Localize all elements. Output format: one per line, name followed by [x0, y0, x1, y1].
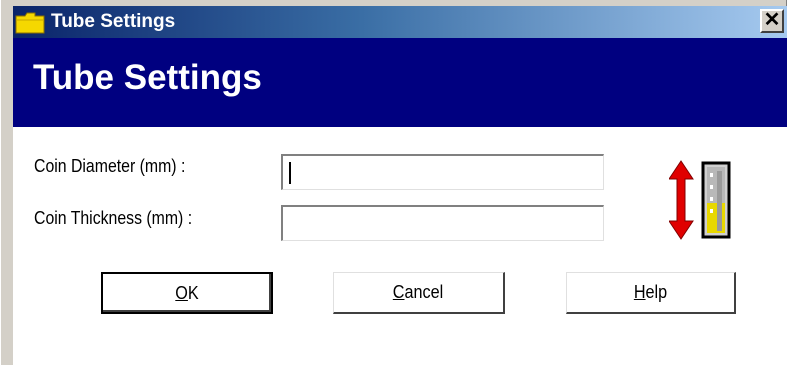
- ok-button[interactable]: OK: [101, 272, 273, 314]
- coin-diameter-label: Coin Diameter (mm) :: [34, 156, 186, 176]
- window-title: Tube Settings: [51, 11, 176, 32]
- dialog-body: Coin Diameter (mm) : Coin Thickness (mm)…: [13, 127, 787, 365]
- help-button-label: Help: [633, 282, 668, 302]
- header-banner: Tube Settings: [13, 38, 787, 127]
- coin-thickness-label: Coin Thickness (mm) :: [34, 208, 193, 228]
- tube-with-arrows-icon: [669, 160, 731, 240]
- cancel-button-label: Cancel: [393, 282, 444, 302]
- title-bar[interactable]: Tube Settings ✕: [13, 6, 787, 38]
- text-caret: [289, 162, 291, 184]
- help-button[interactable]: Help: [566, 272, 736, 314]
- cancel-button[interactable]: Cancel: [333, 272, 505, 314]
- coin-thickness-input[interactable]: [281, 205, 604, 241]
- banner-title: Tube Settings: [33, 58, 262, 97]
- ok-button-label: OK: [175, 283, 199, 303]
- folder-icon: [15, 12, 45, 34]
- tube-settings-dialog: Tube Settings ✕ Tube Settings Coin Diame…: [0, 0, 787, 365]
- coin-diameter-input[interactable]: [281, 154, 604, 190]
- close-button[interactable]: ✕: [760, 9, 784, 33]
- close-icon: ✕: [763, 9, 781, 31]
